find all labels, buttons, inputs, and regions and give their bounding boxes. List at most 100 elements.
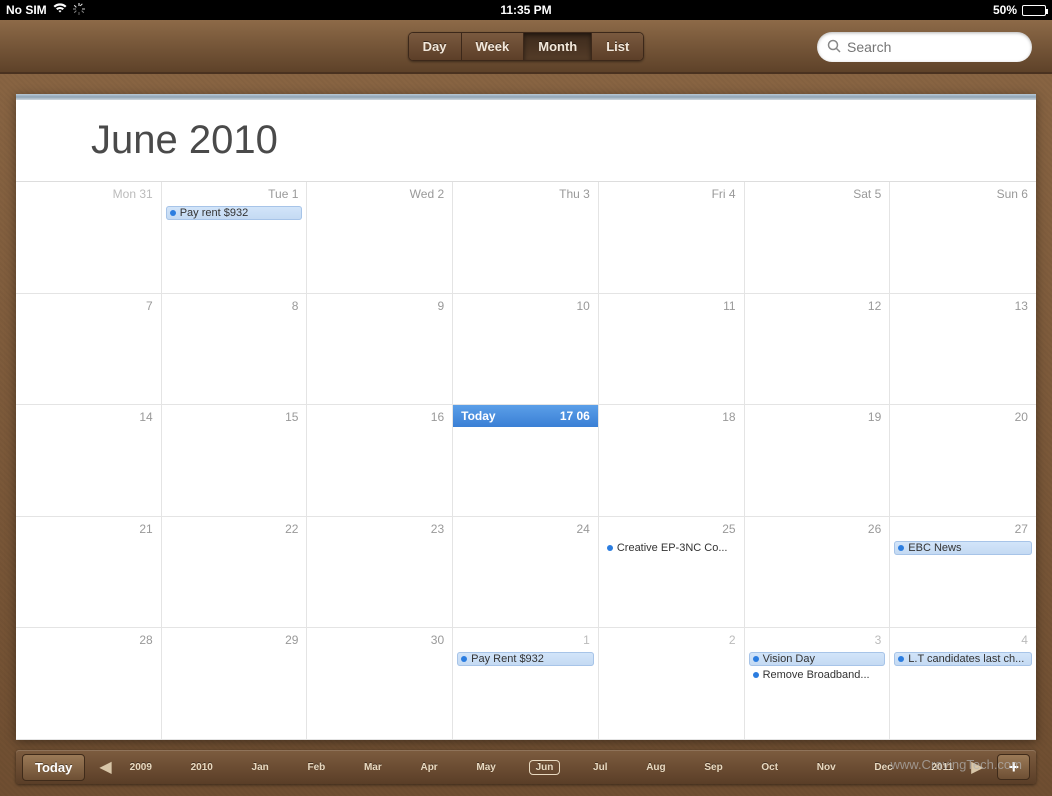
today-button[interactable]: Today <box>22 754 85 781</box>
day-cell[interactable]: 10 <box>453 294 599 406</box>
day-cell[interactable]: 8 <box>162 294 308 406</box>
day-cell[interactable]: 12 <box>745 294 891 406</box>
next-arrow-icon[interactable]: ▶ <box>963 757 991 777</box>
day-cell[interactable]: 2 <box>599 628 745 740</box>
clock-label: 11:35 PM <box>500 3 551 17</box>
day-cell[interactable]: 3 Vision Day Remove Broadband... <box>745 628 891 740</box>
top-toolbar: DayWeekMonthList <box>0 20 1052 74</box>
day-header: 27 <box>890 517 1036 539</box>
bottom-toolbar: Today ◀ 2009 2010 Jan Feb Mar Apr May Jun Jul Aug… <box>16 750 1036 784</box>
timeline-item[interactable]: Jan <box>246 760 275 775</box>
day-header: 30 <box>307 628 452 650</box>
timeline-item[interactable]: Jun <box>529 760 561 775</box>
day-cell[interactable]: 4L.T candidates last ch... <box>890 628 1036 740</box>
timeline-item[interactable]: Jul <box>587 760 613 775</box>
day-header: 29 <box>162 628 307 650</box>
day-cell[interactable]: Sat 5 <box>745 182 891 294</box>
timeline-item[interactable]: Oct <box>755 760 784 775</box>
view-tab-day[interactable]: Day <box>409 33 462 60</box>
day-cell[interactable]: 14 <box>16 405 162 517</box>
day-cell[interactable]: 1 Pay Rent $932 <box>453 628 599 740</box>
day-cell[interactable]: Tue 1Pay rent $932 <box>162 182 308 294</box>
day-header: 10 <box>453 294 598 316</box>
calendar-event[interactable]: Pay Rent $932 <box>457 652 594 666</box>
view-segmented-control: DayWeekMonthList <box>408 32 645 61</box>
day-header: 28 <box>16 628 161 650</box>
event-dot-icon <box>753 656 759 662</box>
day-header: 3 <box>745 628 890 650</box>
timeline-item[interactable]: Apr <box>414 760 443 775</box>
day-cell[interactable]: 20 <box>890 405 1036 517</box>
event-title: Remove Broadband... <box>763 669 870 681</box>
day-cell[interactable]: Today17 06 <box>453 405 599 517</box>
day-cell[interactable]: 23 <box>307 517 453 629</box>
day-cell[interactable]: 15 <box>162 405 308 517</box>
calendar-event[interactable]: Remove Broadband... <box>749 668 886 682</box>
day-cell[interactable]: Fri 4 <box>599 182 745 294</box>
event-title: Vision Day <box>763 653 815 665</box>
day-header: Mon 31 <box>16 182 161 204</box>
day-header: 1 <box>453 628 598 650</box>
day-header: 12 <box>745 294 890 316</box>
timeline-item[interactable]: Dec <box>868 760 898 775</box>
view-tab-list[interactable]: List <box>592 33 643 60</box>
view-tab-week[interactable]: Week <box>462 33 525 60</box>
day-cell[interactable]: 27 EBC News <box>890 517 1036 629</box>
calendar-event[interactable]: L.T candidates last ch... <box>894 652 1032 666</box>
month-title: June 2010 <box>16 100 1036 181</box>
timeline-item[interactable]: Mar <box>358 760 388 775</box>
timeline-item[interactable]: Nov <box>811 760 842 775</box>
day-cell[interactable]: Sun 6 <box>890 182 1036 294</box>
day-cell[interactable]: 28 <box>16 628 162 740</box>
event-dot-icon <box>898 545 904 551</box>
event-dot-icon <box>898 656 904 662</box>
timeline-item[interactable]: 2010 <box>185 760 219 775</box>
day-header: 15 <box>162 405 307 427</box>
day-cell[interactable]: 26 <box>745 517 891 629</box>
calendar-event[interactable]: EBC News <box>894 541 1032 555</box>
day-cell[interactable]: Thu 3 <box>453 182 599 294</box>
day-header: Thu 3 <box>453 182 598 204</box>
day-cell[interactable]: 24 <box>453 517 599 629</box>
day-cell[interactable]: 16 <box>307 405 453 517</box>
day-cell[interactable]: Wed 2 <box>307 182 453 294</box>
search-box[interactable] <box>817 32 1032 62</box>
calendar-event[interactable]: Pay rent $932 <box>166 206 303 220</box>
search-input[interactable] <box>847 39 1028 55</box>
calendar-event[interactable]: Vision Day <box>749 652 886 666</box>
day-cell[interactable]: 9 <box>307 294 453 406</box>
event-title: Creative EP-3NC Co... <box>617 542 728 554</box>
day-cell[interactable]: 13 <box>890 294 1036 406</box>
day-header: Today17 06 <box>453 405 598 427</box>
day-cell[interactable]: Mon 31 <box>16 182 162 294</box>
day-header: Fri 4 <box>599 182 744 204</box>
day-cell[interactable]: 19 <box>745 405 891 517</box>
day-cell[interactable]: 21 <box>16 517 162 629</box>
status-bar: No SIM 11:35 PM 50% <box>0 0 1052 20</box>
day-header: 7 <box>16 294 161 316</box>
calendar-event[interactable]: Creative EP-3NC Co... <box>603 541 740 555</box>
day-header: 2 <box>599 628 744 650</box>
day-cell[interactable]: 11 <box>599 294 745 406</box>
day-header: Wed 2 <box>307 182 452 204</box>
day-cell[interactable]: 22 <box>162 517 308 629</box>
day-cell[interactable]: 30 <box>307 628 453 740</box>
timeline-item[interactable]: 2011 <box>925 760 959 775</box>
timeline-scrubber[interactable]: 2009 2010 Jan Feb Mar Apr May Jun Jul Aug Sep Oct No… <box>120 760 964 775</box>
loading-spinner-icon <box>73 3 85 18</box>
day-header: 20 <box>890 405 1036 427</box>
day-header: Sat 5 <box>745 182 890 204</box>
view-tab-month[interactable]: Month <box>524 33 592 60</box>
day-cell[interactable]: 7 <box>16 294 162 406</box>
day-cell[interactable]: 25Creative EP-3NC Co... <box>599 517 745 629</box>
timeline-item[interactable]: Aug <box>640 760 671 775</box>
day-cell[interactable]: 18 <box>599 405 745 517</box>
timeline-item[interactable]: Feb <box>301 760 331 775</box>
day-cell[interactable]: 29 <box>162 628 308 740</box>
timeline-item[interactable]: 2009 <box>124 760 158 775</box>
day-header: 16 <box>307 405 452 427</box>
timeline-item[interactable]: May <box>470 760 501 775</box>
add-event-button[interactable]: + <box>997 754 1030 780</box>
prev-arrow-icon[interactable]: ◀ <box>91 757 119 777</box>
timeline-item[interactable]: Sep <box>698 760 728 775</box>
